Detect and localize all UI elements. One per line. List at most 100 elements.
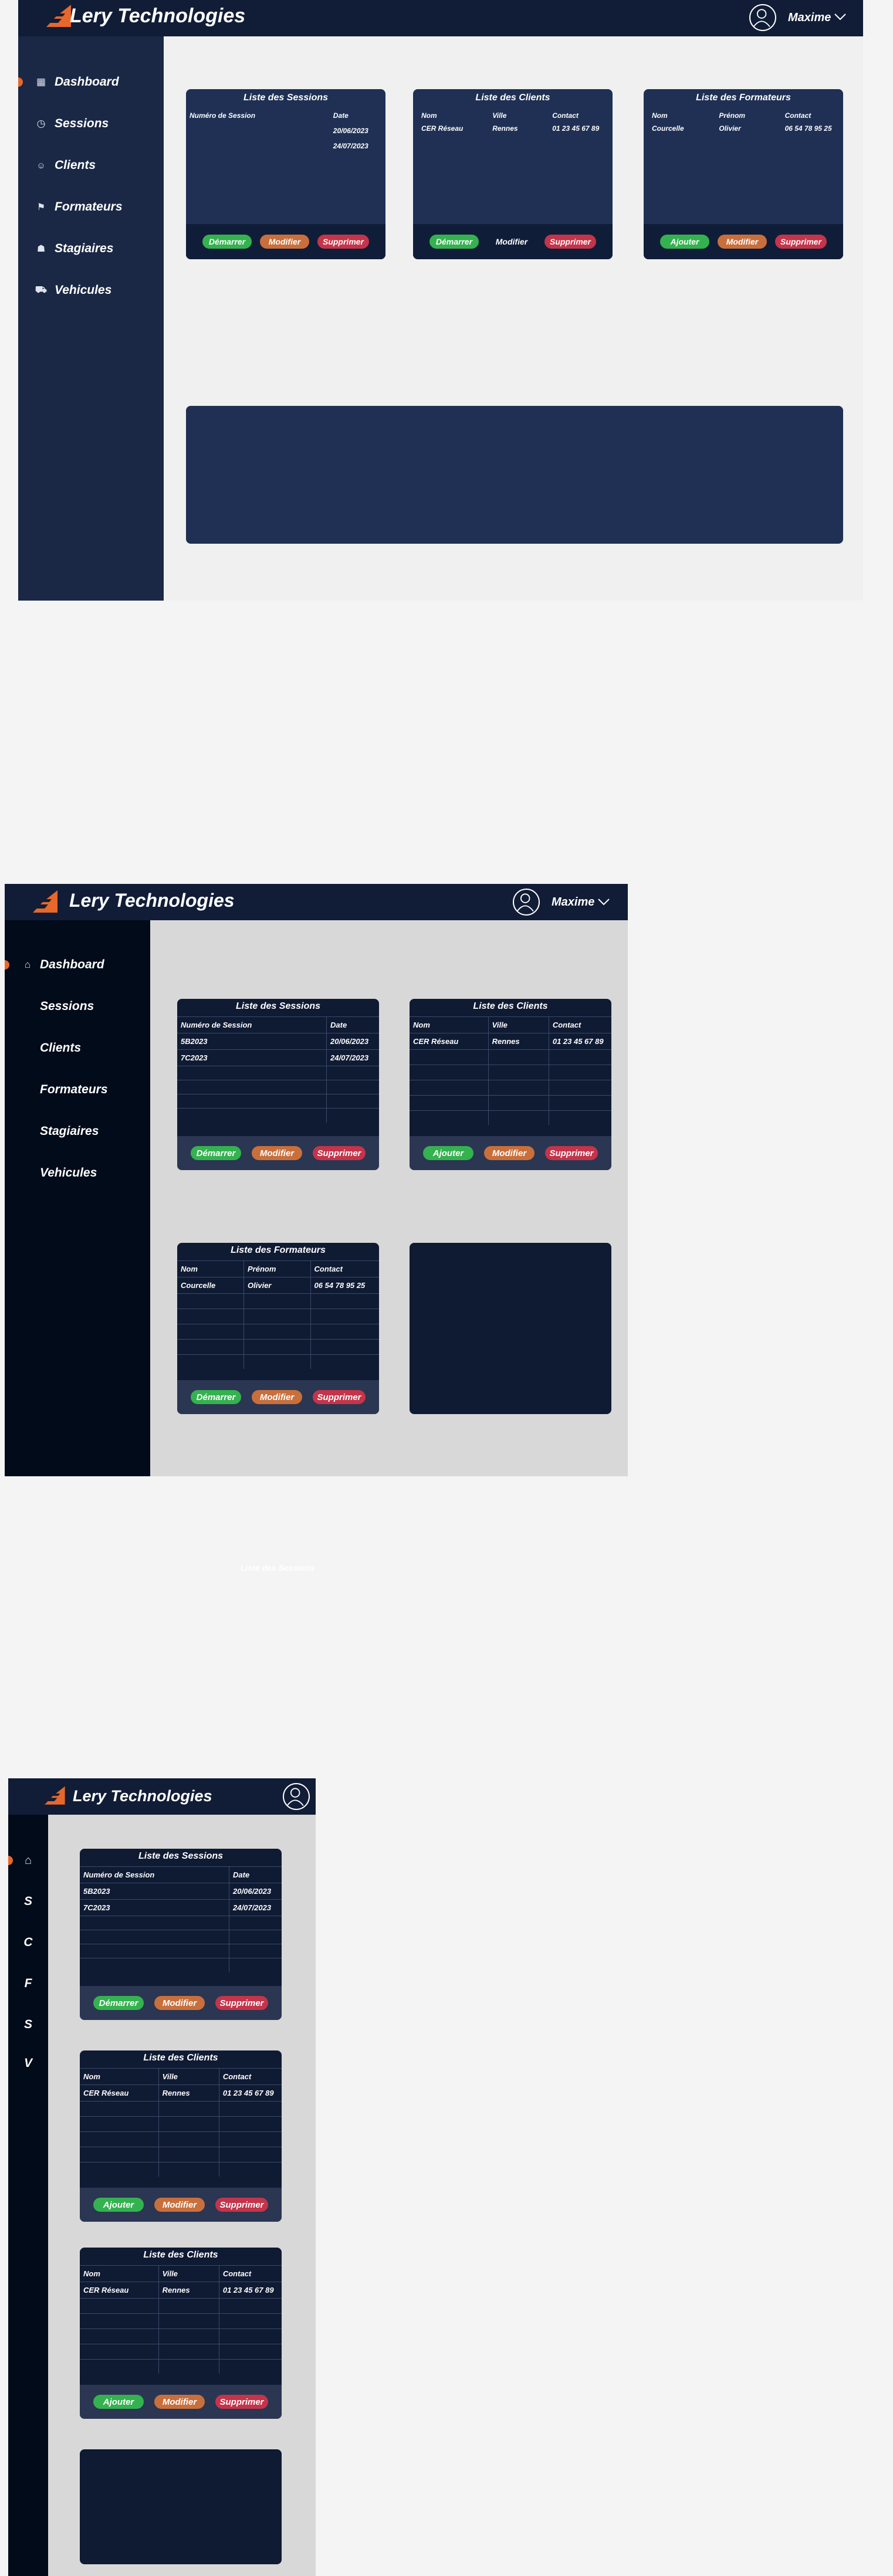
- clients-card: Liste des Clients Nom Ville Contact CER Ré…: [413, 89, 613, 259]
- sidebar-item-clients[interactable]: Clients: [5, 1040, 150, 1056]
- table-cell: [158, 2344, 219, 2360]
- table-cell: 24/07/2023: [333, 142, 368, 150]
- supprimer-button[interactable]: Supprimer: [317, 235, 369, 249]
- sidebar-item-formateurs[interactable]: Formateurs: [5, 1082, 150, 1098]
- supprimer-button[interactable]: Supprimer: [215, 2198, 268, 2212]
- table-cell: 01 23 45 67 89: [222, 2089, 274, 2097]
- modifier-button[interactable]: Modifier: [718, 235, 767, 249]
- table-cell: [229, 1944, 282, 1958]
- card-actions: Démarrer Modifier Supprimer: [80, 1986, 282, 2020]
- lery-logo: [27, 890, 57, 913]
- supprimer-button[interactable]: Supprimer: [313, 1390, 366, 1404]
- sidebar-item-stagiaires[interactable]: S: [8, 2016, 48, 2033]
- modifier-button[interactable]: Modifier: [252, 1146, 302, 1160]
- brand-name[interactable]: Lery Technologies: [70, 5, 245, 28]
- table-cell: [219, 2117, 282, 2132]
- sidebar-item-stagiaires[interactable]: ☗ Stagiaires: [18, 240, 164, 257]
- table-cell: [549, 1111, 611, 1125]
- card-actions: Démarrer Modifier Supprimer: [413, 224, 613, 259]
- table-cell: [80, 2101, 159, 2117]
- sidebar-item-label: Vehicules: [40, 1166, 97, 1179]
- demarrer-button[interactable]: Démarrer: [191, 1146, 241, 1160]
- table-cell: [177, 1324, 245, 1340]
- user-name[interactable]: Maxime: [788, 11, 831, 25]
- sidebar-item-vehicules[interactable]: Vehicules: [5, 1165, 150, 1181]
- table-cell: Olivier: [243, 1277, 311, 1294]
- table-cell: [327, 1094, 379, 1109]
- table-cell: [243, 1324, 311, 1340]
- sidebar-item-stagiaires[interactable]: Stagiaires: [5, 1123, 150, 1140]
- modifier-button[interactable]: Modifier: [260, 235, 309, 249]
- user-name[interactable]: Maxime: [552, 896, 594, 909]
- sidebar-item-label: Formateurs: [55, 200, 123, 213]
- table-cell: [488, 1110, 549, 1125]
- table-cell: [158, 2147, 219, 2163]
- table-cell: [310, 1355, 379, 1369]
- modifier-button[interactable]: Modifier: [154, 2395, 205, 2409]
- sidebar-item-vehicules[interactable]: ⛟ Vehicules: [18, 282, 164, 299]
- column-header: Nom: [410, 1016, 489, 1033]
- table-cell: [219, 2314, 282, 2329]
- sidebar-item-sessions[interactable]: Sessions: [5, 998, 150, 1015]
- table-cell: [80, 2359, 159, 2374]
- top-bar: Lery Technologies Maxime: [5, 884, 628, 920]
- table-cell: [219, 2299, 282, 2314]
- supprimer-button[interactable]: Supprimer: [775, 235, 827, 249]
- supprimer-button[interactable]: Supprimer: [545, 1146, 598, 1160]
- stagiaires-icon: ☗: [36, 244, 46, 254]
- demarrer-button[interactable]: Démarrer: [191, 1390, 241, 1404]
- table-cell: Courcelle: [177, 1277, 245, 1294]
- supprimer-button[interactable]: Supprimer: [215, 2395, 268, 2409]
- card-title: Liste des Sessions: [138, 1851, 224, 1861]
- table-cell: [158, 2313, 219, 2329]
- sidebar-item-sessions[interactable]: S: [8, 1893, 48, 1910]
- sidebar-item-clients[interactable]: ☺ Clients: [18, 157, 164, 174]
- sidebar-item-vehicules[interactable]: V: [8, 2055, 48, 2072]
- modifier-button[interactable]: Modifier: [252, 1390, 302, 1404]
- table-cell: 7C2023: [80, 1899, 230, 1916]
- sidebar-item-clients[interactable]: C: [8, 1934, 48, 1951]
- chevron-down-icon[interactable]: [834, 13, 847, 21]
- clients-card: Liste des Clients Nom Ville Contact CER Ré…: [410, 999, 611, 1170]
- table-cell: 20/06/2023: [330, 1037, 369, 1046]
- empty-panel: [410, 1243, 611, 1414]
- ajouter-button[interactable]: Ajouter: [660, 235, 709, 249]
- demarrer-button[interactable]: Démarrer: [202, 235, 252, 249]
- sidebar-item-label: Formateurs: [40, 1083, 108, 1096]
- clients-table: Nom Ville Contact CER Réseau Rennes 01 23 45…: [80, 2265, 282, 2374]
- modifier-button[interactable]: Modifier: [154, 2198, 205, 2212]
- ajouter-button[interactable]: Ajouter: [423, 1146, 473, 1160]
- sidebar-item-dashboard[interactable]: ⌂ Dashboard: [5, 957, 150, 973]
- table-cell: [80, 2298, 159, 2314]
- brand-name[interactable]: Lery Technologies: [73, 1787, 212, 1805]
- sidebar-item-formateurs[interactable]: F: [8, 1975, 48, 1992]
- ajouter-button[interactable]: Ajouter: [93, 2198, 144, 2212]
- chevron-down-icon[interactable]: [597, 898, 610, 906]
- user-avatar[interactable]: [749, 4, 776, 31]
- sidebar-item-dashboard[interactable]: ▦ Dashboard: [18, 74, 164, 90]
- sidebar-item-sessions[interactable]: ◷ Sessions: [18, 116, 164, 132]
- sidebar-item-initial: F: [24, 1977, 32, 1990]
- table-cell: [488, 1049, 549, 1065]
- supprimer-button[interactable]: Supprimer: [313, 1146, 366, 1160]
- sidebar-item-formateurs[interactable]: ⚑ Formateurs: [18, 199, 164, 215]
- formateurs-table: Nom Prénom Contact Courcelle Olivier 06 54 7…: [644, 109, 843, 135]
- demarrer-button[interactable]: Démarrer: [93, 1996, 144, 2010]
- table-cell: [219, 2147, 282, 2163]
- sidebar-item-dashboard[interactable]: ⌂: [8, 1852, 48, 1869]
- user-avatar[interactable]: [283, 1783, 310, 1810]
- table-cell: [243, 1339, 311, 1355]
- wide-panel: [186, 406, 843, 544]
- modifier-button[interactable]: Modifier: [154, 1996, 205, 2010]
- supprimer-button[interactable]: Supprimer: [215, 1996, 268, 2010]
- table-cell: [549, 1096, 611, 1111]
- modifier-button[interactable]: Modifier: [484, 1146, 535, 1160]
- table-cell: Rennes: [158, 2282, 219, 2299]
- desktop-layout: Lery Technologies Maxime ▦ Dashboard ◷ Ses…: [18, 0, 863, 601]
- supprimer-button[interactable]: Supprimer: [544, 235, 596, 249]
- demarrer-button[interactable]: Démarrer: [429, 235, 479, 249]
- user-avatar[interactable]: [513, 889, 540, 916]
- modifier-button[interactable]: Modifier: [487, 235, 536, 249]
- ajouter-button[interactable]: Ajouter: [93, 2395, 144, 2409]
- brand-name[interactable]: Lery Technologies: [69, 890, 235, 911]
